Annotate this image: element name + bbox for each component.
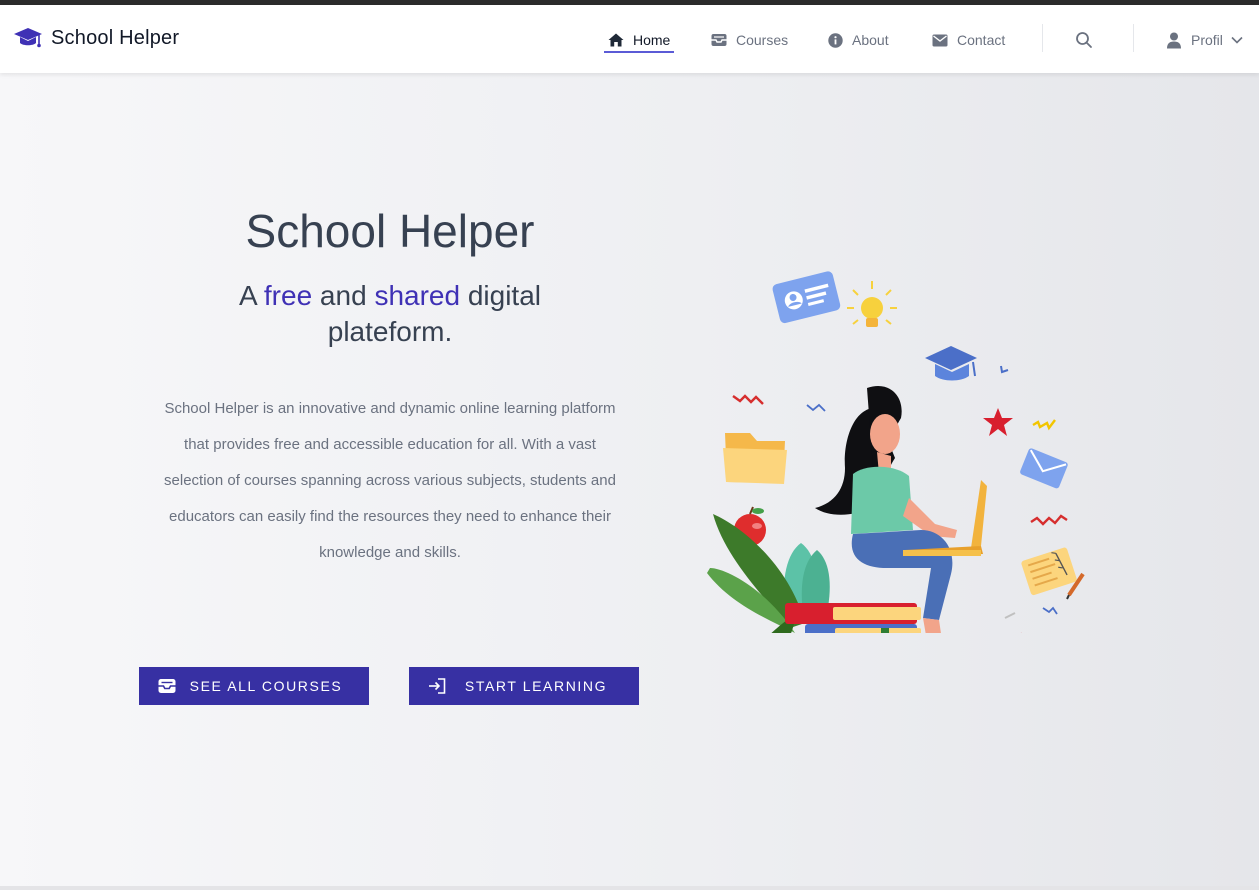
nav-contact-label: Contact (957, 32, 1006, 48)
nav-courses-label: Courses (736, 32, 789, 48)
graduation-cap-icon (14, 28, 42, 48)
nav-about[interactable]: About (828, 25, 889, 55)
start-learning-label: START LEARNING (464, 678, 608, 694)
user-icon (1167, 32, 1181, 48)
nav-divider (1133, 24, 1134, 52)
search-icon[interactable] (1074, 30, 1094, 50)
info-icon (828, 32, 843, 48)
inbox-icon (711, 34, 727, 46)
subtitle-middle: and (312, 280, 375, 311)
top-navbar: School Helper Home Courses About Contact (0, 5, 1259, 73)
start-learning-button[interactable]: START LEARNING (409, 667, 639, 705)
nav-divider (1042, 24, 1043, 52)
sign-in-icon (427, 676, 447, 696)
chevron-down-icon (1231, 36, 1243, 44)
nav-active-underline (604, 51, 674, 53)
inbox-icon (157, 676, 177, 696)
student-studying-illustration (707, 271, 1085, 633)
brand-name: School Helper (51, 26, 180, 49)
brand-logo[interactable]: School Helper (13, 23, 179, 53)
hero-description: School Helper is an innovative and dynam… (164, 400, 616, 561)
nav-about-label: About (852, 32, 889, 48)
hero-title: School Helper (245, 205, 535, 257)
nav-home-label: Home (633, 32, 671, 48)
see-all-courses-label: SEE ALL COURSES (189, 678, 343, 694)
subtitle-highlight-shared: shared (374, 280, 461, 311)
page-bottom-edge (0, 886, 1259, 890)
profile-menu[interactable]: Profil (1166, 25, 1243, 55)
home-icon (608, 33, 624, 47)
subtitle-highlight-free: free (263, 280, 313, 311)
see-all-courses-button[interactable]: SEE ALL COURSES (139, 667, 369, 705)
nav-courses[interactable]: Courses (711, 25, 788, 55)
nav-contact[interactable]: Contact (932, 25, 1005, 55)
envelope-icon (932, 34, 948, 46)
subtitle-prefix: A (238, 280, 264, 311)
hero-section: School Helper A free and shared digital … (0, 73, 1259, 886)
profile-label: Profil (1191, 32, 1223, 48)
hero-subtitle: A free and shared digital plateform. (180, 278, 600, 350)
